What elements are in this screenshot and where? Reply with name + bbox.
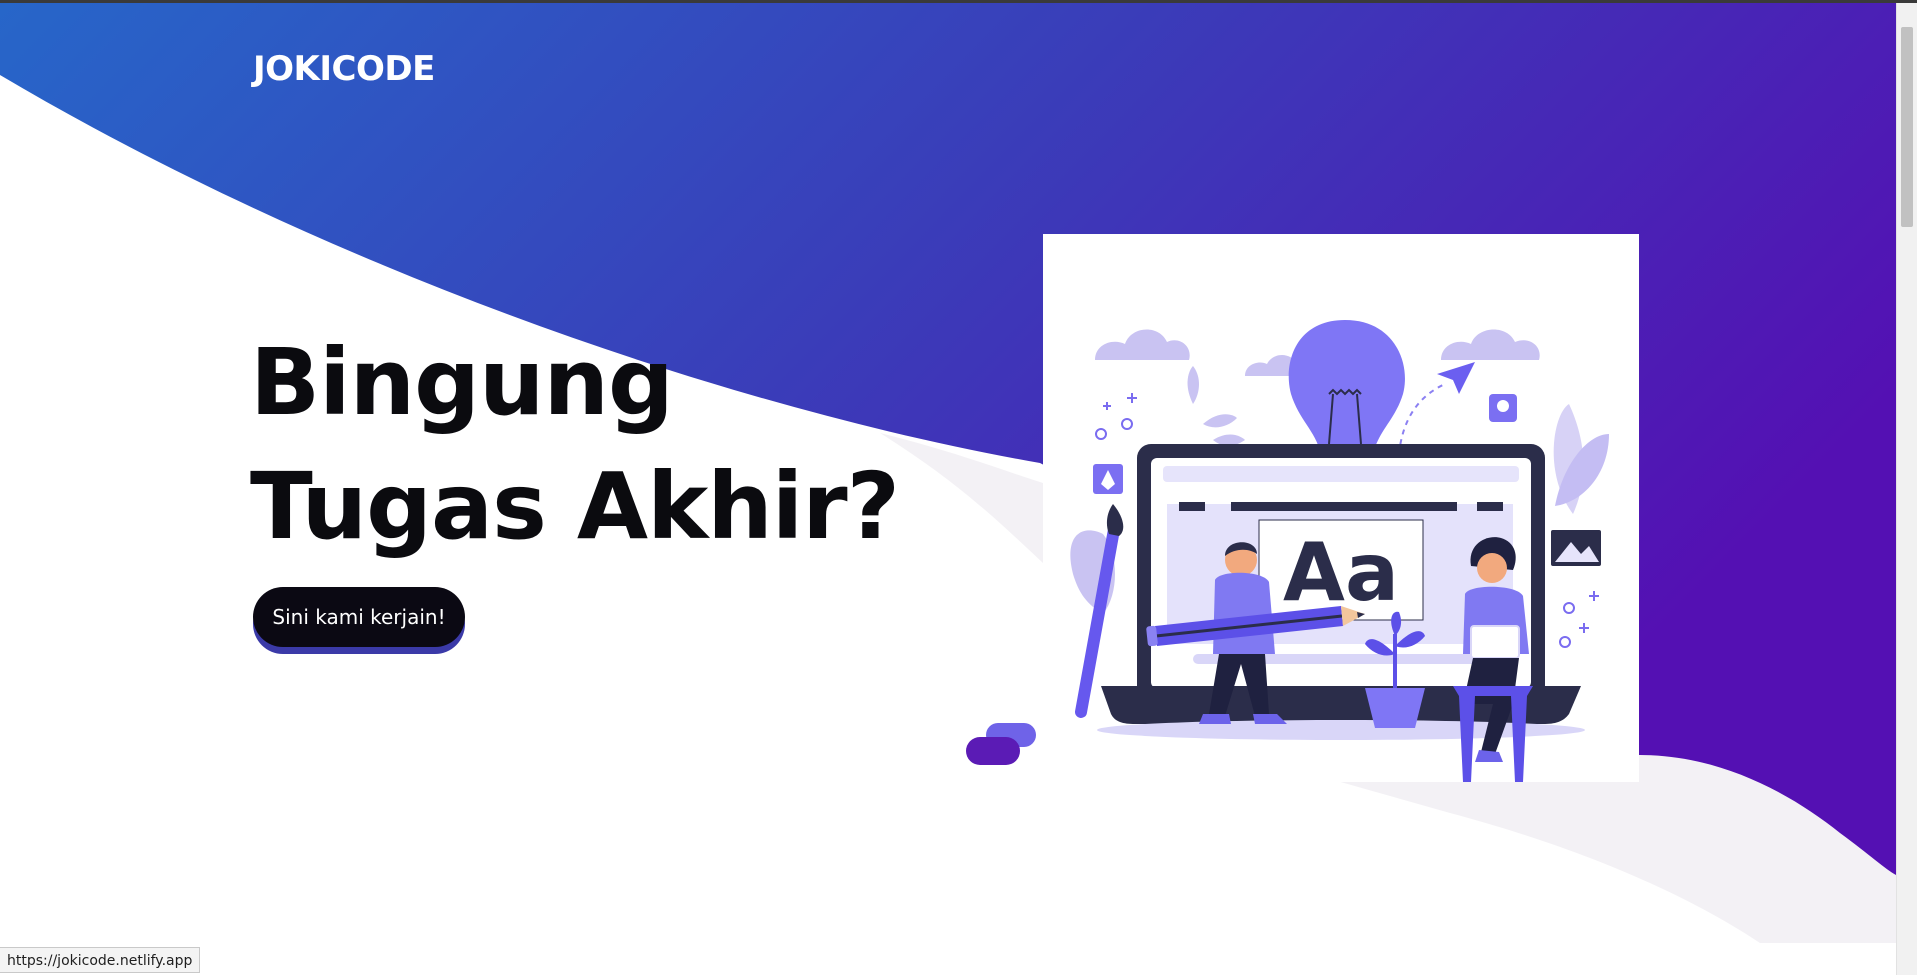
laptop-toolbar — [1231, 502, 1457, 511]
leaf-sprig — [1187, 366, 1245, 446]
paint-brush — [1070, 504, 1124, 718]
sparkle-ring-1 — [1095, 428, 1107, 440]
bulb-badge-icon — [1497, 400, 1509, 412]
sparkle-ring-3 — [1563, 602, 1575, 614]
sparkle-plus-2 — [1127, 393, 1137, 403]
laptop-toolbar-left — [1179, 502, 1205, 511]
sparkle-ring-4 — [1559, 636, 1571, 648]
illustration-sign-text: Aa — [1283, 526, 1399, 619]
sparkle-plus-1 — [1103, 402, 1111, 410]
decorative-pill-dark — [966, 737, 1020, 765]
cloud-right — [1441, 329, 1540, 360]
image-badge — [1551, 530, 1601, 566]
sparkle-ring-2 — [1121, 418, 1133, 430]
bulb-badge — [1489, 394, 1517, 422]
design-team-illustration: Aa — [1070, 320, 1609, 782]
hero-illustration: Aa — [1043, 234, 1639, 782]
man-body — [1213, 572, 1275, 654]
bulb-glass — [1288, 320, 1405, 454]
page-scrollbar[interactable] — [1896, 3, 1917, 975]
scrollbar-thumb[interactable] — [1901, 27, 1913, 227]
paper-plane — [1398, 362, 1475, 455]
man-shoe-left — [1199, 714, 1231, 724]
leaf-2 — [1203, 414, 1237, 428]
cta-button[interactable]: Sini kami kerjain! — [253, 587, 465, 647]
browser-viewport: JOKICODE Bingung Tugas Akhir? Sini kami … — [0, 3, 1896, 975]
woman-head — [1477, 553, 1507, 583]
sparkle-plus-3 — [1589, 591, 1599, 601]
plant-pot — [1365, 688, 1425, 728]
sparkles-right — [1559, 591, 1599, 648]
status-bar-url: https://jokicode.netlify.app — [0, 947, 201, 973]
laptop-browser-bar — [1163, 466, 1519, 482]
hero-headline-line1: Bingung — [250, 329, 674, 436]
sparkles-left — [1095, 393, 1137, 440]
hero-headline: Bingung Tugas Akhir? — [250, 321, 900, 569]
laptop-shadow — [1097, 720, 1585, 740]
woman-shoe — [1475, 750, 1503, 762]
decorative-pills — [966, 723, 1036, 765]
woman-laptop — [1470, 625, 1520, 659]
brand-logo[interactable]: JOKICODE — [253, 49, 435, 89]
hero-headline-line2: Tugas Akhir? — [250, 453, 900, 560]
paper-plane-body — [1437, 362, 1475, 394]
brush-head — [1106, 504, 1124, 536]
pencil-eraser — [1146, 625, 1158, 647]
page: JOKICODE Bingung Tugas Akhir? Sini kami … — [0, 0, 1917, 975]
laptop-toolbar-right — [1477, 502, 1503, 511]
paper-plane-trail — [1398, 383, 1446, 455]
pen-badge — [1093, 464, 1123, 494]
cloud-left — [1095, 329, 1190, 360]
sparkle-plus-4 — [1579, 623, 1589, 633]
leaf-1 — [1187, 366, 1199, 404]
